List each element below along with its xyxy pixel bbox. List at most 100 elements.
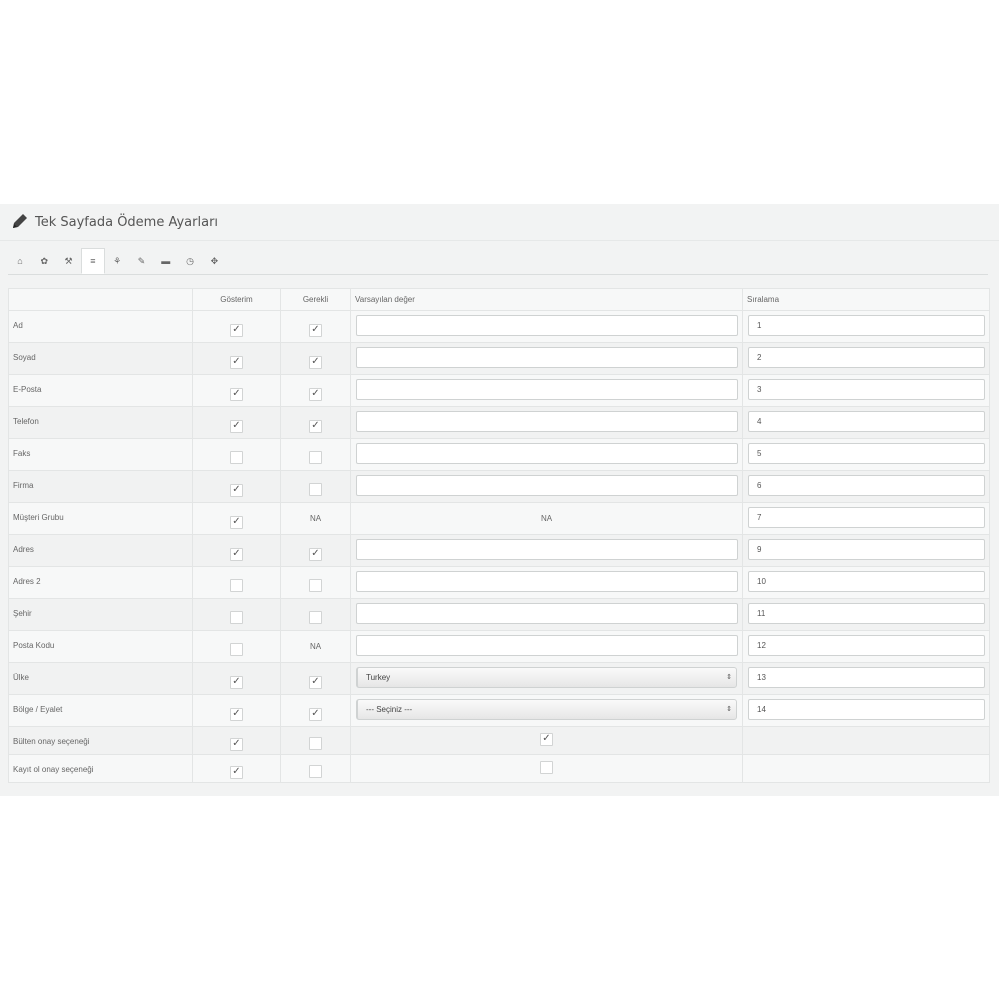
- field-label: Adres 2: [13, 577, 41, 586]
- table-row: Firma ✓ 6: [8, 470, 990, 503]
- panel-title: Tek Sayfada Ödeme Ayarları: [35, 215, 219, 230]
- field-label: Soyad: [13, 353, 36, 362]
- home-tab[interactable]: ⌂: [8, 248, 32, 274]
- field-label: Posta Kodu: [13, 641, 55, 650]
- order-input[interactable]: 12: [748, 635, 985, 656]
- required-checkbox[interactable]: [309, 451, 322, 464]
- field-settings-table: Gösterim Gerekli Varsayılan değer Sırala…: [8, 288, 990, 783]
- show-checkbox[interactable]: [230, 611, 243, 624]
- header-default-value: Varsayılan değer: [350, 288, 743, 311]
- edit-icon: ✎: [137, 255, 146, 266]
- default-value-input[interactable]: [356, 603, 738, 624]
- sitemap-tab[interactable]: ⚘: [105, 248, 129, 274]
- panel-header: Tek Sayfada Ödeme Ayarları: [0, 204, 999, 241]
- order-input[interactable]: 2: [748, 347, 985, 368]
- table-row: Adres ✓ ✓ 9: [8, 534, 990, 567]
- table-row: Müşteri Grubu ✓ NA NA 7: [8, 502, 990, 535]
- default-value-na: NA: [540, 514, 553, 523]
- select-arrows-icon: ⇕: [726, 706, 732, 713]
- show-checkbox[interactable]: ✓: [230, 548, 243, 561]
- show-checkbox[interactable]: ✓: [230, 676, 243, 689]
- order-input[interactable]: 13: [748, 667, 985, 688]
- table-row: Kayıt ol onay seçeneği ✓: [8, 754, 990, 783]
- required-checkbox[interactable]: [309, 579, 322, 592]
- default-value-input[interactable]: [356, 443, 738, 464]
- required-checkbox[interactable]: ✓: [309, 388, 322, 401]
- required-checkbox[interactable]: ✓: [309, 676, 322, 689]
- default-value-input[interactable]: [356, 411, 738, 432]
- table-row: Faks 5: [8, 438, 990, 471]
- required-checkbox[interactable]: [309, 765, 322, 778]
- default-value-input[interactable]: [356, 347, 738, 368]
- required-checkbox[interactable]: [309, 611, 322, 624]
- show-checkbox[interactable]: ✓: [230, 356, 243, 369]
- list-tab[interactable]: ≡: [80, 248, 105, 274]
- required-checkbox[interactable]: ✓: [309, 548, 322, 561]
- show-checkbox[interactable]: ✓: [230, 708, 243, 721]
- default-value-input[interactable]: [356, 315, 738, 336]
- clock-icon: ◷: [186, 255, 195, 266]
- default-value-select[interactable]: --- Seçiniz --- ⇕: [356, 699, 737, 720]
- table-row: Soyad ✓ ✓ 2: [8, 342, 990, 375]
- table-row: Bülten onay seçeneği ✓ ✓: [8, 726, 990, 755]
- order-input[interactable]: 6: [748, 475, 985, 496]
- order-input[interactable]: 3: [748, 379, 985, 400]
- header-required: Gerekli: [280, 288, 351, 311]
- order-input[interactable]: 7: [748, 507, 985, 528]
- order-input[interactable]: 4: [748, 411, 985, 432]
- required-checkbox[interactable]: ✓: [309, 420, 322, 433]
- order-input[interactable]: 1: [748, 315, 985, 336]
- gear-tab[interactable]: ✿: [32, 248, 56, 274]
- required-checkbox[interactable]: ✓: [309, 356, 322, 369]
- header-show: Gösterim: [192, 288, 281, 311]
- clock-tab[interactable]: ◷: [178, 248, 202, 274]
- show-checkbox[interactable]: ✓: [230, 420, 243, 433]
- default-value-input[interactable]: [356, 571, 738, 592]
- required-checkbox[interactable]: ✓: [309, 708, 322, 721]
- show-checkbox[interactable]: ✓: [230, 484, 243, 497]
- default-value-checkbox[interactable]: [540, 761, 553, 774]
- edit-tab[interactable]: ✎: [130, 248, 154, 274]
- show-checkbox[interactable]: ✓: [230, 516, 243, 529]
- truck-icon: ▬: [161, 256, 171, 266]
- tab-bar: ⌂ ✿ ⚒ ≡ ⚘ ✎ ▬ ◷ ✥: [8, 248, 988, 275]
- default-value-input[interactable]: [356, 635, 738, 656]
- default-value-select[interactable]: Turkey ⇕: [356, 667, 737, 688]
- show-checkbox[interactable]: ✓: [230, 738, 243, 751]
- order-input[interactable]: 5: [748, 443, 985, 464]
- table-row: Bölge / Eyalet ✓ ✓ --- Seçiniz --- ⇕ 14: [8, 694, 990, 727]
- default-value-input[interactable]: [356, 379, 738, 400]
- show-checkbox[interactable]: ✓: [230, 766, 243, 779]
- show-checkbox[interactable]: ✓: [230, 324, 243, 337]
- field-label: Bülten onay seçeneği: [13, 737, 90, 746]
- default-value-input[interactable]: [356, 539, 738, 560]
- field-label: Telefon: [13, 417, 39, 426]
- required-checkbox[interactable]: [309, 737, 322, 750]
- field-label: Şehir: [13, 609, 32, 618]
- select-value: --- Seçiniz ---: [366, 705, 413, 714]
- table-row: Posta Kodu NA 12: [8, 630, 990, 663]
- table-row: Ad ✓ ✓ 1: [8, 310, 990, 343]
- field-label: Kayıt ol onay seçeneği: [13, 765, 94, 774]
- default-value-input[interactable]: [356, 475, 738, 496]
- wrench-tab[interactable]: ⚒: [57, 248, 81, 274]
- required-checkbox[interactable]: [309, 483, 322, 496]
- order-input[interactable]: 11: [748, 603, 985, 624]
- gear-icon: ✿: [40, 255, 49, 266]
- puzzle-tab[interactable]: ✥: [202, 248, 226, 274]
- select-arrows-icon: ⇕: [726, 674, 732, 681]
- show-checkbox[interactable]: ✓: [230, 388, 243, 401]
- order-input[interactable]: 14: [748, 699, 985, 720]
- truck-tab[interactable]: ▬: [154, 248, 178, 274]
- sitemap-icon: ⚘: [113, 255, 122, 266]
- show-checkbox[interactable]: [230, 451, 243, 464]
- table-row: Ülke ✓ ✓ Turkey ⇕ 13: [8, 662, 990, 695]
- order-input[interactable]: 10: [748, 571, 985, 592]
- required-checkbox[interactable]: ✓: [309, 324, 322, 337]
- show-checkbox[interactable]: [230, 643, 243, 656]
- order-input[interactable]: 9: [748, 539, 985, 560]
- default-value-checkbox[interactable]: ✓: [540, 733, 553, 746]
- table-row: Telefon ✓ ✓ 4: [8, 406, 990, 439]
- field-label: Ülke: [13, 673, 30, 682]
- show-checkbox[interactable]: [230, 579, 243, 592]
